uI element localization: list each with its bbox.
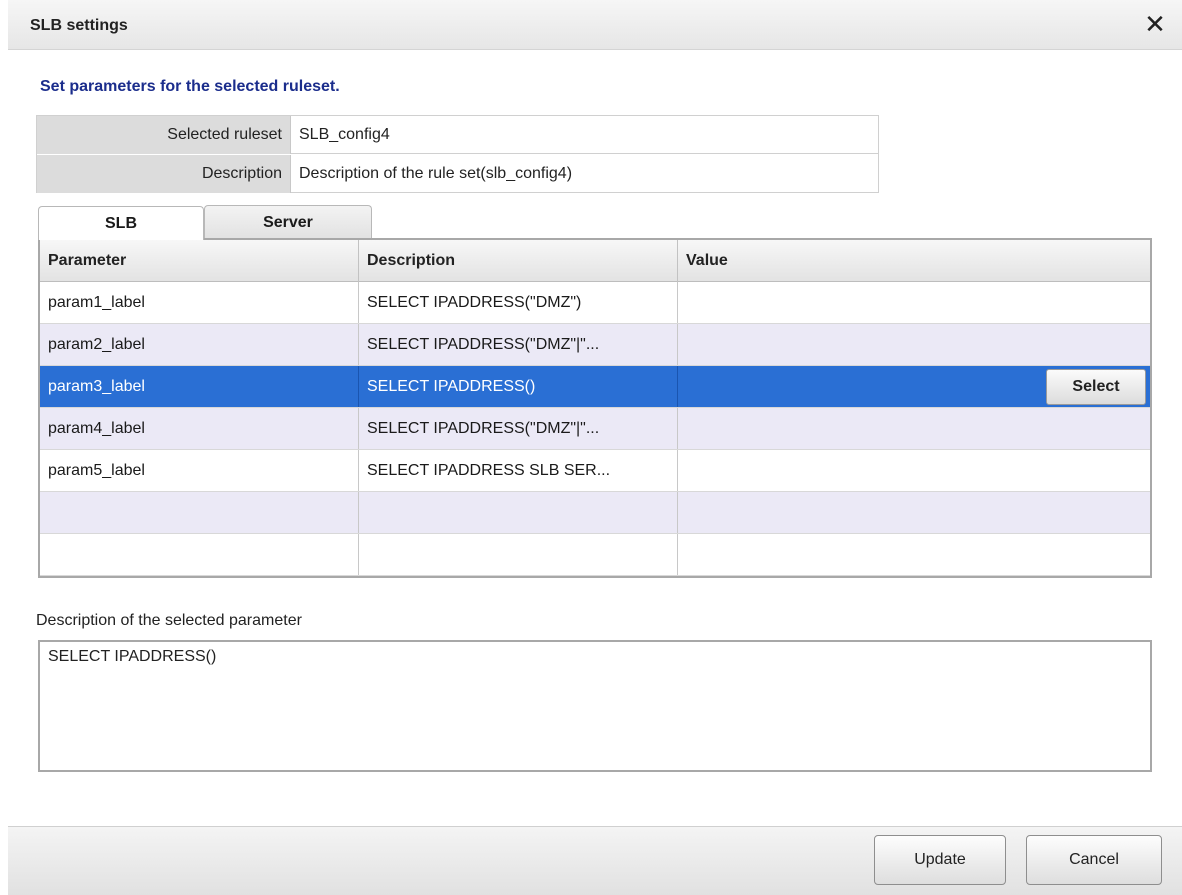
dialog-title: SLB settings bbox=[30, 17, 128, 34]
value-cell bbox=[678, 534, 1150, 575]
parameter-cell bbox=[40, 492, 359, 533]
description-cell bbox=[359, 492, 678, 533]
slb-settings-dialog: SLB settings ✕ Set parameters for the se… bbox=[8, 0, 1182, 895]
table-row[interactable]: param5_label SELECT IPADDRESS SLB SER... bbox=[40, 450, 1150, 492]
value-cell[interactable] bbox=[678, 324, 1150, 365]
selected-ruleset-label: Selected ruleset bbox=[37, 116, 291, 154]
ruleset-description-label: Description bbox=[37, 155, 291, 193]
parameter-cell bbox=[40, 534, 359, 575]
value-cell[interactable] bbox=[678, 408, 1150, 449]
instruction-heading: Set parameters for the selected ruleset. bbox=[40, 78, 340, 95]
parameter-grid: Parameter Description Value param1_label… bbox=[38, 238, 1152, 578]
selected-parameter-label: Description of the selected parameter bbox=[36, 612, 302, 629]
value-cell[interactable] bbox=[678, 450, 1150, 491]
table-row-empty bbox=[40, 534, 1150, 576]
selected-ruleset-value: SLB_config4 bbox=[299, 126, 390, 143]
table-row[interactable]: param1_label SELECT IPADDRESS("DMZ") bbox=[40, 282, 1150, 324]
description-cell: SELECT IPADDRESS("DMZ"|"... bbox=[359, 408, 678, 449]
value-cell[interactable] bbox=[678, 282, 1150, 323]
value-cell[interactable]: Select bbox=[678, 366, 1150, 407]
selected-parameter-description[interactable]: SELECT IPADDRESS() bbox=[38, 640, 1152, 772]
table-row[interactable]: param2_label SELECT IPADDRESS("DMZ"|"... bbox=[40, 324, 1150, 366]
description-cell: SELECT IPADDRESS("DMZ"|"... bbox=[359, 324, 678, 365]
grid-header: Parameter Description Value bbox=[40, 240, 1150, 282]
column-header-value[interactable]: Value bbox=[678, 240, 1150, 282]
dialog-footer: Update Cancel bbox=[8, 826, 1182, 895]
parameter-cell: param4_label bbox=[40, 408, 359, 449]
parameter-cell: param3_label bbox=[40, 366, 359, 407]
description-cell: SELECT IPADDRESS() bbox=[359, 366, 678, 407]
parameter-cell: param5_label bbox=[40, 450, 359, 491]
ruleset-info-table: Selected ruleset SLB_config4 Description… bbox=[36, 115, 879, 193]
tab-slb[interactable]: SLB bbox=[38, 206, 204, 240]
ruleset-description-row: Description Description of the rule set(… bbox=[37, 155, 878, 193]
parameter-cell: param1_label bbox=[40, 282, 359, 323]
column-header-parameter[interactable]: Parameter bbox=[40, 240, 359, 282]
select-value-button[interactable]: Select bbox=[1046, 369, 1146, 405]
update-button[interactable]: Update bbox=[874, 835, 1006, 885]
ruleset-description-value: Description of the rule set(slb_config4) bbox=[299, 165, 573, 182]
description-cell: SELECT IPADDRESS SLB SER... bbox=[359, 450, 678, 491]
cancel-button[interactable]: Cancel bbox=[1026, 835, 1162, 885]
description-cell bbox=[359, 534, 678, 575]
close-icon[interactable]: ✕ bbox=[1142, 10, 1168, 38]
tab-server[interactable]: Server bbox=[204, 205, 372, 238]
selected-ruleset-row: Selected ruleset SLB_config4 bbox=[37, 116, 878, 154]
table-row[interactable]: param4_label SELECT IPADDRESS("DMZ"|"... bbox=[40, 408, 1150, 450]
table-row-selected[interactable]: param3_label SELECT IPADDRESS() Select bbox=[40, 366, 1150, 408]
column-header-description[interactable]: Description bbox=[359, 240, 678, 282]
value-cell bbox=[678, 492, 1150, 533]
description-cell: SELECT IPADDRESS("DMZ") bbox=[359, 282, 678, 323]
parameter-cell: param2_label bbox=[40, 324, 359, 365]
title-bar: SLB settings ✕ bbox=[8, 0, 1182, 50]
table-row-empty bbox=[40, 492, 1150, 534]
